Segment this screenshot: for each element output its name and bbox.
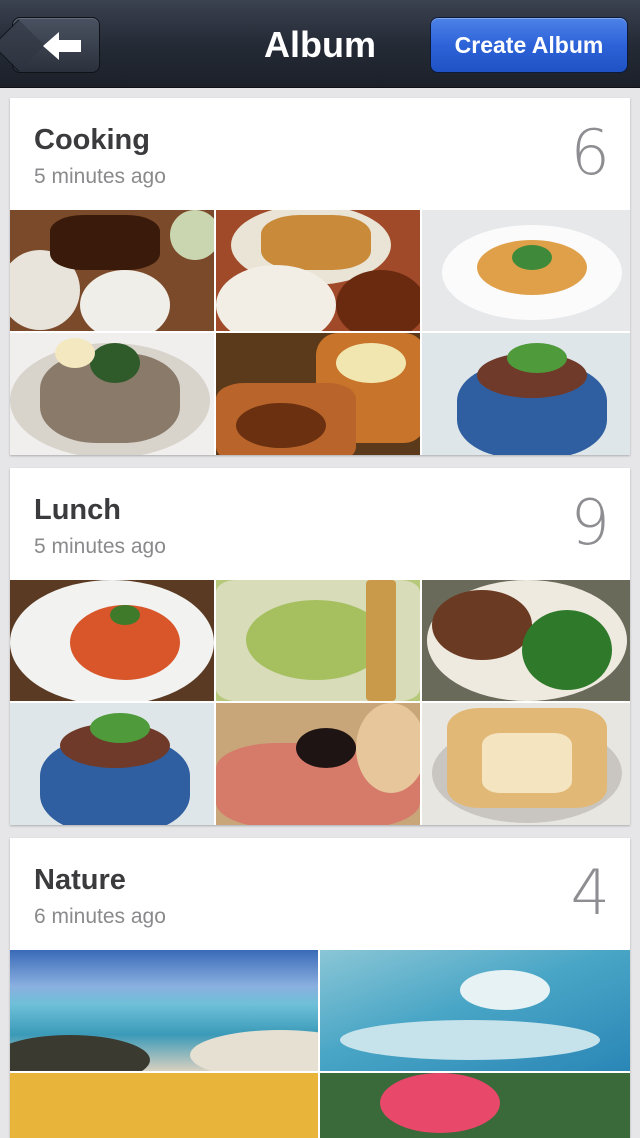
photo-thumbnail[interactable]: [422, 580, 630, 701]
album-photo-count: 9: [570, 486, 610, 559]
album-photo-count: 4: [570, 856, 610, 929]
photo-thumbnail[interactable]: [10, 703, 214, 825]
photo-thumbnail[interactable]: [10, 333, 214, 455]
album-card-nature[interactable]: Nature 6 minutes ago 4: [10, 838, 630, 1138]
photo-thumbnail[interactable]: [10, 1073, 318, 1138]
album-timestamp: 5 minutes ago: [34, 165, 166, 188]
album-photo-count: 6: [570, 116, 610, 189]
photo-thumbnail[interactable]: [422, 703, 630, 825]
photo-thumbnail[interactable]: [320, 1073, 630, 1138]
navigation-bar: Album Create Album: [0, 0, 640, 88]
album-name: Lunch: [34, 494, 121, 526]
album-card-cooking[interactable]: Cooking 5 minutes ago 6: [10, 98, 630, 455]
album-timestamp: 5 minutes ago: [34, 535, 166, 558]
album-name: Nature: [34, 864, 126, 896]
photo-thumbnail[interactable]: [216, 333, 420, 455]
back-button[interactable]: [0, 17, 100, 73]
photo-thumbnail[interactable]: [216, 580, 420, 701]
photo-thumbnail[interactable]: [216, 703, 420, 825]
photo-thumbnail[interactable]: [10, 950, 318, 1071]
back-arrow-icon: [43, 32, 81, 60]
album-card-lunch[interactable]: Lunch 5 minutes ago 9: [10, 468, 630, 825]
back-button-chevron: [0, 19, 45, 72]
photo-thumbnail[interactable]: [320, 950, 630, 1071]
photo-thumbnail[interactable]: [10, 210, 214, 331]
photo-thumbnail[interactable]: [216, 210, 420, 331]
photo-thumbnail[interactable]: [10, 580, 214, 701]
create-album-button[interactable]: Create Album: [430, 17, 628, 73]
photo-thumbnail[interactable]: [422, 333, 630, 455]
photo-thumbnail[interactable]: [422, 210, 630, 331]
album-timestamp: 6 minutes ago: [34, 905, 166, 928]
album-name: Cooking: [34, 124, 150, 156]
